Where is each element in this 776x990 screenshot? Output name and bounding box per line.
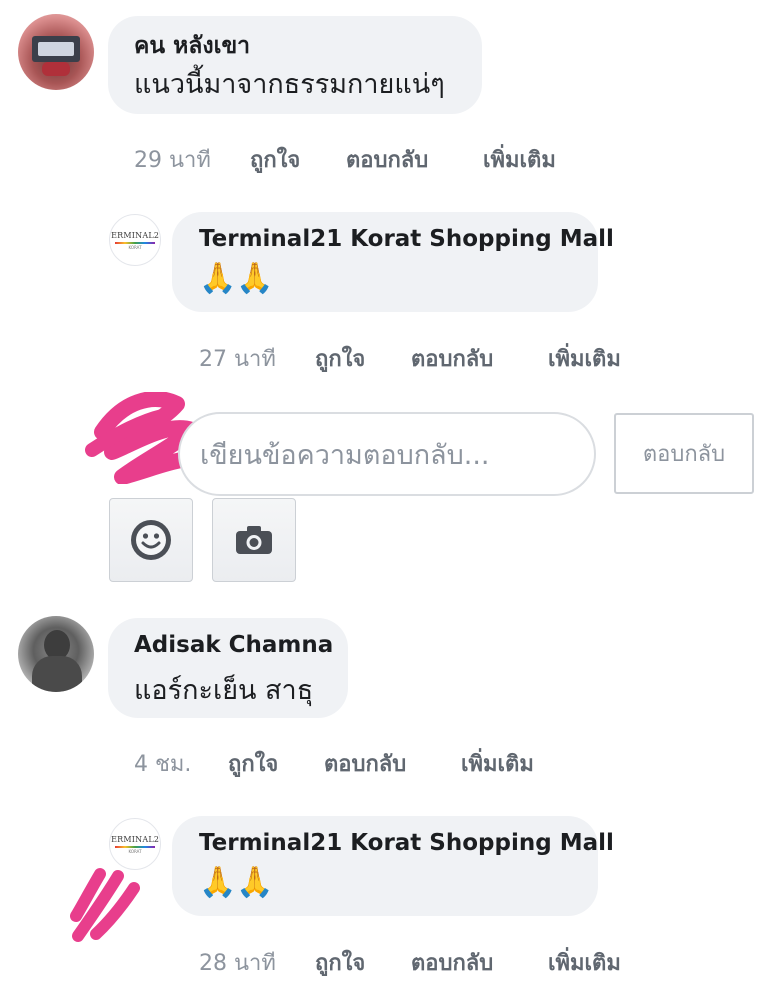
logo-text: TERMINAL21 [110,230,160,240]
emoji-button[interactable] [109,498,193,582]
comment-time[interactable]: 29 นาที [134,142,211,177]
logo-bar [115,241,155,244]
reply-submit-button[interactable]: ตอบกลับ [614,413,754,494]
comment-text: แนวนี้มาจากธรรมกายแน่ๆ [134,69,445,100]
reply-link[interactable]: ตอบกลับ [324,746,406,781]
like-link[interactable]: ถูกใจ [250,142,300,177]
like-link[interactable]: ถูกใจ [315,945,365,980]
logo-text: TERMINAL21 [110,834,160,844]
logo-subtext: KORAT [128,244,142,250]
reply-author[interactable]: Terminal21 Korat Shopping Mall [199,226,614,252]
smiley-icon [131,520,171,560]
camera-icon [236,526,272,554]
more-link[interactable]: เพิ่มเติม [461,746,534,781]
more-link[interactable]: เพิ่มเติม [548,945,621,980]
reply-link[interactable]: ตอบกลับ [411,945,493,980]
page-avatar-logo[interactable]: TERMINAL21 KORAT [109,818,161,870]
commenter-avatar[interactable] [18,616,94,692]
comment-time[interactable]: 4 ชม. [134,746,191,781]
comment-author[interactable]: Adisak Chamna [134,632,333,658]
praying-hands-emoji: 🙏🙏 [199,261,274,296]
reply-input-wrapper [178,412,596,496]
like-link[interactable]: ถูกใจ [315,341,365,376]
reply-author[interactable]: Terminal21 Korat Shopping Mall [199,830,614,856]
more-link[interactable]: เพิ่มเติม [483,142,556,177]
logo-subtext: KORAT [128,848,142,854]
commenter-avatar[interactable] [18,14,94,90]
like-link[interactable]: ถูกใจ [228,746,278,781]
photo-button[interactable] [212,498,296,582]
page-avatar-logo[interactable]: TERMINAL21 KORAT [109,214,161,266]
logo-bar [115,845,155,848]
comment-text: แอร์กะเย็น สาธุ [134,675,314,706]
comment-author[interactable]: คน หลังเขา [134,28,250,64]
praying-hands-emoji: 🙏🙏 [199,865,274,900]
redacted-scribble [70,868,140,942]
reply-time[interactable]: 27 นาที [199,341,276,376]
reply-link[interactable]: ตอบกลับ [346,142,428,177]
reply-text-input[interactable] [198,434,582,476]
more-link[interactable]: เพิ่มเติม [548,341,621,376]
reply-link[interactable]: ตอบกลับ [411,341,493,376]
reply-time[interactable]: 28 นาที [199,945,276,980]
